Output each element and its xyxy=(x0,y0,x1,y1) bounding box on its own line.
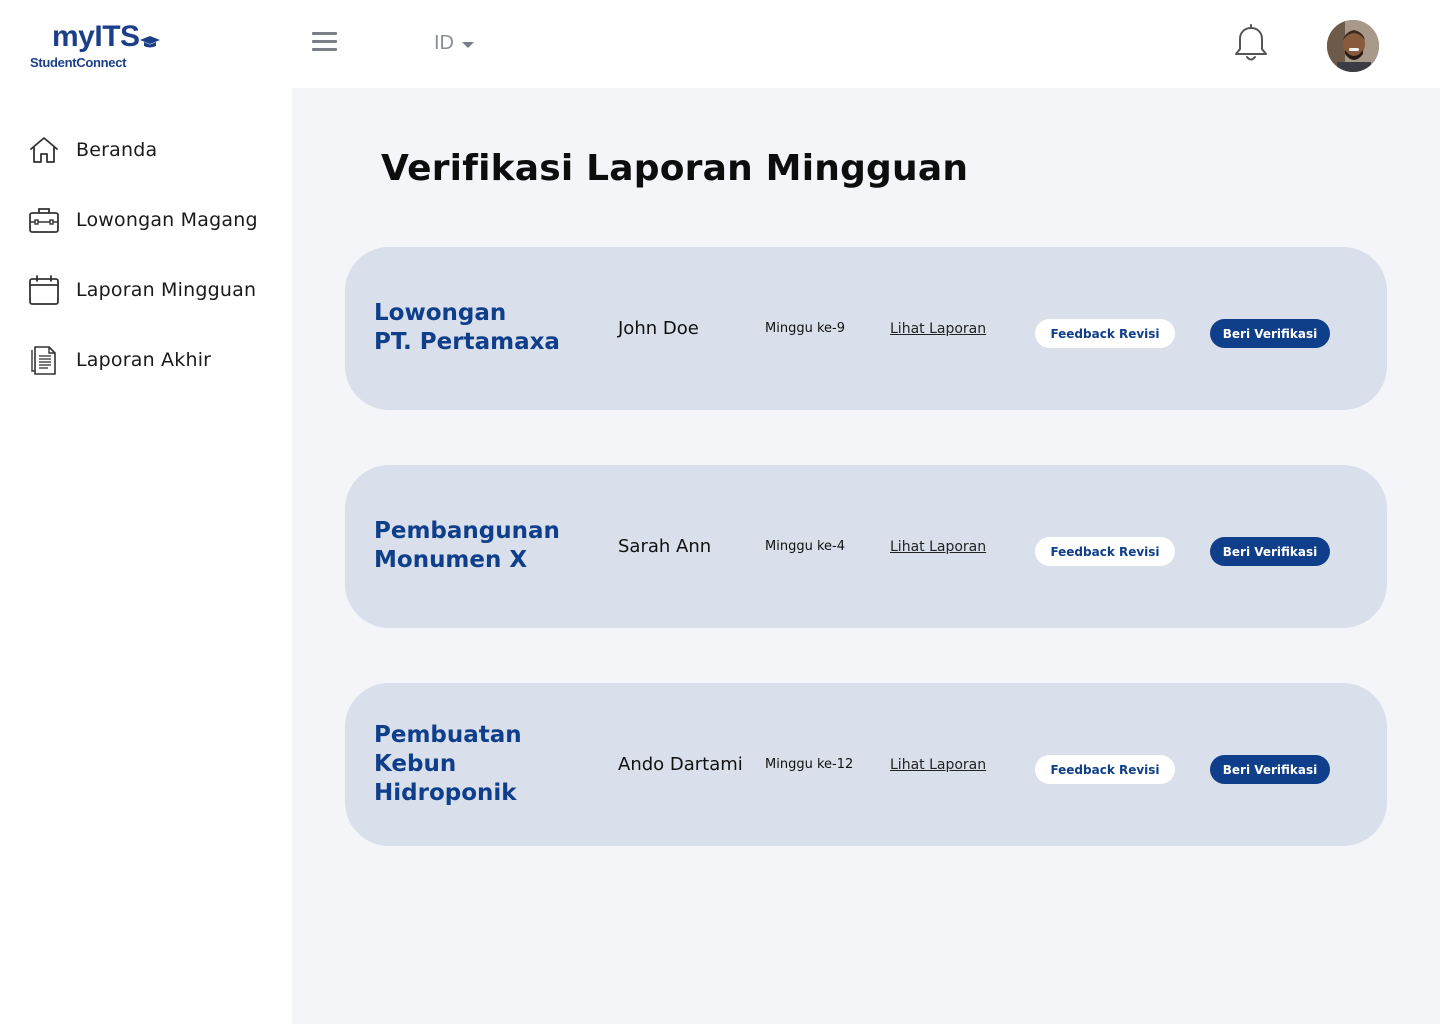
logo-sub-text: StudentConnect xyxy=(30,55,127,70)
student-name: Ando Dartami xyxy=(618,754,743,775)
sidebar-item-beranda[interactable]: Beranda xyxy=(28,134,157,166)
student-name: John Doe xyxy=(618,318,699,339)
report-title-line: Monumen X xyxy=(374,547,528,573)
top-bar: myITS StudentConnect ID xyxy=(0,0,1440,88)
briefcase-icon xyxy=(29,208,59,233)
report-title-line: Pembangunan xyxy=(374,518,560,544)
view-report-link[interactable]: Lihat Laporan xyxy=(890,321,986,337)
caret-down-icon xyxy=(462,41,474,48)
beri-verifikasi-button[interactable]: Beri Verifikasi xyxy=(1210,319,1330,348)
sidebar-item-laporan-mingguan[interactable]: Laporan Mingguan xyxy=(28,274,256,306)
report-title-line: PT. Pertamaxa xyxy=(374,329,560,355)
report-title-line: Lowongan xyxy=(374,300,507,326)
feedback-revisi-button[interactable]: Feedback Revisi xyxy=(1035,537,1175,566)
week-label: Minggu ke-9 xyxy=(765,321,845,336)
view-report-link[interactable]: Lihat Laporan xyxy=(890,757,986,773)
report-title: Lowongan PT. Pertamaxa xyxy=(374,299,594,357)
week-label: Minggu ke-4 xyxy=(765,539,845,554)
avatar[interactable] xyxy=(1327,20,1379,72)
document-icon xyxy=(31,346,56,375)
sidebar: Beranda Lowongan Magang Laporan Mingguan xyxy=(0,88,292,1024)
sidebar-item-label: Laporan Mingguan xyxy=(76,279,257,301)
user-photo xyxy=(1327,20,1379,72)
main-content: Verifikasi Laporan Mingguan Lowongan PT.… xyxy=(292,88,1440,1024)
graduation-cap-icon xyxy=(140,36,160,48)
sidebar-item-label: Beranda xyxy=(76,139,158,161)
bell-icon[interactable] xyxy=(1232,24,1270,64)
language-selector[interactable]: ID xyxy=(434,32,474,55)
feedback-revisi-button[interactable]: Feedback Revisi xyxy=(1035,755,1175,784)
report-card: Lowongan PT. Pertamaxa John Doe Minggu k… xyxy=(345,247,1387,410)
report-title-line: Hidroponik xyxy=(374,780,517,806)
beri-verifikasi-button[interactable]: Beri Verifikasi xyxy=(1210,755,1330,784)
student-name: Sarah Ann xyxy=(618,536,712,557)
sidebar-item-label: Lowongan Magang xyxy=(76,209,258,231)
calendar-icon xyxy=(29,275,59,305)
home-icon xyxy=(30,137,58,163)
report-title: Pembuatan Kebun Hidroponik xyxy=(374,721,594,808)
report-title-line: Kebun xyxy=(374,751,457,777)
report-title: Pembangunan Monumen X xyxy=(374,517,594,575)
sidebar-item-label: Laporan Akhir xyxy=(76,349,212,371)
report-card: Pembangunan Monumen X Sarah Ann Minggu k… xyxy=(345,465,1387,628)
view-report-link[interactable]: Lihat Laporan xyxy=(890,539,986,555)
feedback-revisi-button[interactable]: Feedback Revisi xyxy=(1035,319,1175,348)
sidebar-item-lowongan-magang[interactable]: Lowongan Magang xyxy=(28,204,258,236)
report-card: Pembuatan Kebun Hidroponik Ando Dartami … xyxy=(345,683,1387,846)
sidebar-item-laporan-akhir[interactable]: Laporan Akhir xyxy=(28,344,211,376)
menu-icon[interactable] xyxy=(312,32,340,56)
week-label: Minggu ke-12 xyxy=(765,757,854,772)
language-value: ID xyxy=(434,32,454,54)
app-logo[interactable]: myITS StudentConnect xyxy=(30,20,170,72)
page-title: Verifikasi Laporan Mingguan xyxy=(381,148,969,189)
report-title-line: Pembuatan xyxy=(374,722,522,748)
beri-verifikasi-button[interactable]: Beri Verifikasi xyxy=(1210,537,1330,566)
logo-main-text: myITS xyxy=(52,20,140,53)
